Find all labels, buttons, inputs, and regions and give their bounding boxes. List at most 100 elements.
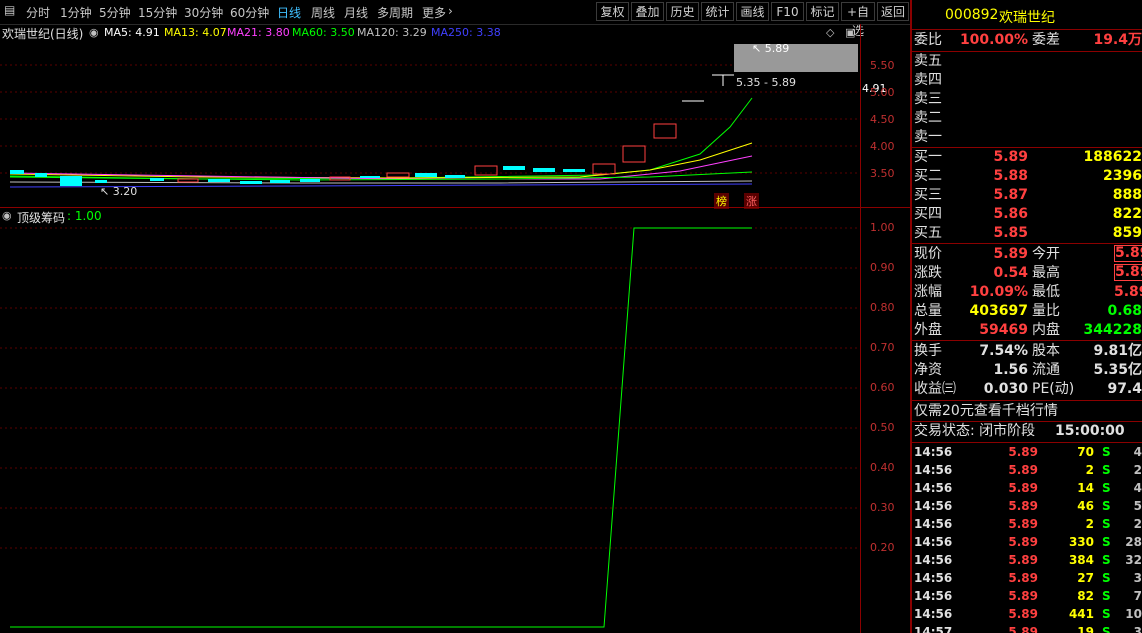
tick-volume: 330 xyxy=(1068,535,1094,549)
weicha-label: 委差 xyxy=(1032,32,1060,48)
stat-value: 0.030 xyxy=(983,381,1028,397)
stat-label: 股本 xyxy=(1032,343,1060,359)
bid-row[interactable]: 买二 5.88 2396 xyxy=(914,167,1142,186)
f10-button[interactable]: F10 xyxy=(771,2,804,21)
lishi-button[interactable]: 历史 xyxy=(666,2,699,21)
ask-row: 卖三 xyxy=(914,90,1142,109)
chevron-right-icon[interactable]: › xyxy=(448,4,453,18)
stat-row: 外盘 59469 内盘 344228 xyxy=(914,321,1142,340)
huaxian-button[interactable]: 画线 xyxy=(736,2,769,21)
stat-value: 0.68 xyxy=(1107,303,1142,319)
tick-side: S xyxy=(1102,499,1111,513)
stat-label: 量比 xyxy=(1032,303,1060,319)
indicator-y-tick: 1.00 xyxy=(870,221,895,234)
bid-volume: 188622 xyxy=(1083,149,1142,165)
stat-label: 最低 xyxy=(1032,284,1060,300)
promo-link[interactable]: 仅需20元查看千档行情 xyxy=(914,402,1142,421)
ma-settings-icon[interactable]: ◉ xyxy=(89,26,99,39)
ma21-label: MA21: 3.80 xyxy=(227,26,290,39)
tick-time: 14:56 xyxy=(914,445,953,459)
stat-label: 最高 xyxy=(1032,265,1060,281)
period-15min[interactable]: 15分钟 xyxy=(138,4,177,21)
biaoji-button[interactable]: 标记 xyxy=(806,2,839,21)
tick-volume: 441 xyxy=(1068,607,1094,621)
period-60min[interactable]: 60分钟 xyxy=(230,4,269,21)
tick-row: 14:56 5.89 82 S 7 xyxy=(914,587,1142,605)
tick-row: 14:56 5.89 441 S 10 xyxy=(914,605,1142,623)
diejia-button[interactable]: 叠加 xyxy=(631,2,664,21)
y-tick: 5.00 xyxy=(870,86,895,99)
tongji-button[interactable]: 统计 xyxy=(701,2,734,21)
tick-volume: 27 xyxy=(1077,571,1094,585)
period-weekly[interactable]: 周线 xyxy=(311,4,335,21)
period-5min[interactable]: 5分钟 xyxy=(99,4,131,21)
stat-value: 7.54% xyxy=(979,343,1028,359)
tick-price: 5.89 xyxy=(1008,481,1038,495)
tick-row: 14:56 5.89 46 S 5 xyxy=(914,497,1142,515)
bid-row[interactable]: 买五 5.85 859 xyxy=(914,224,1142,243)
y-tick: 4.50 xyxy=(870,113,895,126)
bid-row[interactable]: 买三 5.87 888 xyxy=(914,186,1142,205)
tick-count: 28 xyxy=(1125,535,1142,549)
bid-price: 5.86 xyxy=(993,206,1028,222)
stat-row: 涨跌 0.54 最高 5.89 xyxy=(914,264,1142,283)
ask-row: 卖二 xyxy=(914,109,1142,128)
panel-toggle-icon[interactable]: ▤ xyxy=(4,3,15,17)
ma60-label: MA60: 3.50 xyxy=(292,26,355,39)
bid-row[interactable]: 买四 5.86 822 xyxy=(914,205,1142,224)
period-multi[interactable]: 多周期 xyxy=(377,4,413,21)
back-button[interactable]: 返回 xyxy=(877,2,909,21)
stat-value: 5.89 xyxy=(1114,264,1142,281)
indicator-y-tick: 0.90 xyxy=(870,261,895,274)
candlestick-chart[interactable] xyxy=(0,42,860,207)
y-tick: 4.00 xyxy=(870,140,895,153)
bid-volume: 2396 xyxy=(1103,168,1142,184)
tick-volume: 70 xyxy=(1077,445,1094,459)
bid-volume: 822 xyxy=(1112,206,1142,222)
tick-count: 7 xyxy=(1133,589,1142,603)
trade-status-label: 交易状态: 闭市阶段 xyxy=(914,423,1036,439)
stat-row: 涨幅 10.09% 最低 5.89 xyxy=(914,283,1142,302)
tick-price: 5.89 xyxy=(1008,499,1038,513)
stat-label: 净资 xyxy=(914,362,942,378)
tick-side: S xyxy=(1102,625,1111,633)
add-watchlist-button[interactable]: +自选 xyxy=(841,2,875,38)
stat-row: 现价 5.89 今开 5.89 xyxy=(914,245,1142,264)
tick-count: 2 xyxy=(1133,517,1142,531)
period-monthly[interactable]: 月线 xyxy=(344,4,368,21)
tick-time: 14:56 xyxy=(914,589,953,603)
indicator-y-tick: 0.30 xyxy=(870,501,895,514)
ma13-label: MA13: 4.07 xyxy=(164,26,227,39)
period-daily[interactable]: 日线 xyxy=(277,4,301,21)
diamond-icon[interactable]: ◇ xyxy=(826,26,834,39)
indicator-chart[interactable] xyxy=(0,208,860,633)
fuquan-button[interactable]: 复权 xyxy=(596,2,629,21)
window-icon[interactable]: ▣ xyxy=(845,26,855,39)
stock-name: 欢瑞世纪 xyxy=(999,10,1055,26)
ask-label: 卖五 xyxy=(914,53,942,69)
tick-count: 4 xyxy=(1133,445,1142,459)
period-fenshi[interactable]: 分时 xyxy=(26,4,50,21)
weibi-row: 委比 100.00% 委差 19.4万 xyxy=(914,31,1142,50)
ma5-label: MA5: 4.91 xyxy=(104,26,160,39)
stat-value: 10.09% xyxy=(969,284,1028,300)
bid-row[interactable]: 买一 5.89 188622 xyxy=(914,148,1142,167)
period-more[interactable]: 更多 xyxy=(422,4,446,21)
weibi-label: 委比 xyxy=(914,32,942,48)
stat-row: 换手 7.54% 股本 9.81亿 xyxy=(914,342,1142,361)
tick-list[interactable]: 14:56 5.89 70 S 4 14:56 5.89 2 S 2 14:56 5.89 14 S 4 14… xyxy=(912,443,1142,633)
stat-row: 总量 403697 量比 0.68 xyxy=(914,302,1142,321)
chart-title: 欢瑞世纪(日线) xyxy=(2,27,84,41)
stat-value: 5.89 xyxy=(1114,284,1142,300)
tick-price: 5.89 xyxy=(1008,445,1038,459)
bid-label: 买一 xyxy=(914,149,942,165)
tick-count: 10 xyxy=(1125,607,1142,621)
ask-row: 卖四 xyxy=(914,71,1142,90)
period-1min[interactable]: 1分钟 xyxy=(60,4,92,21)
bid-price: 5.88 xyxy=(993,168,1028,184)
tick-side: S xyxy=(1102,589,1111,603)
tick-time: 14:56 xyxy=(914,553,953,567)
period-30min[interactable]: 30分钟 xyxy=(184,4,223,21)
tick-row: 14:56 5.89 70 S 4 xyxy=(914,443,1142,461)
indicator-y-tick: 0.70 xyxy=(870,341,895,354)
